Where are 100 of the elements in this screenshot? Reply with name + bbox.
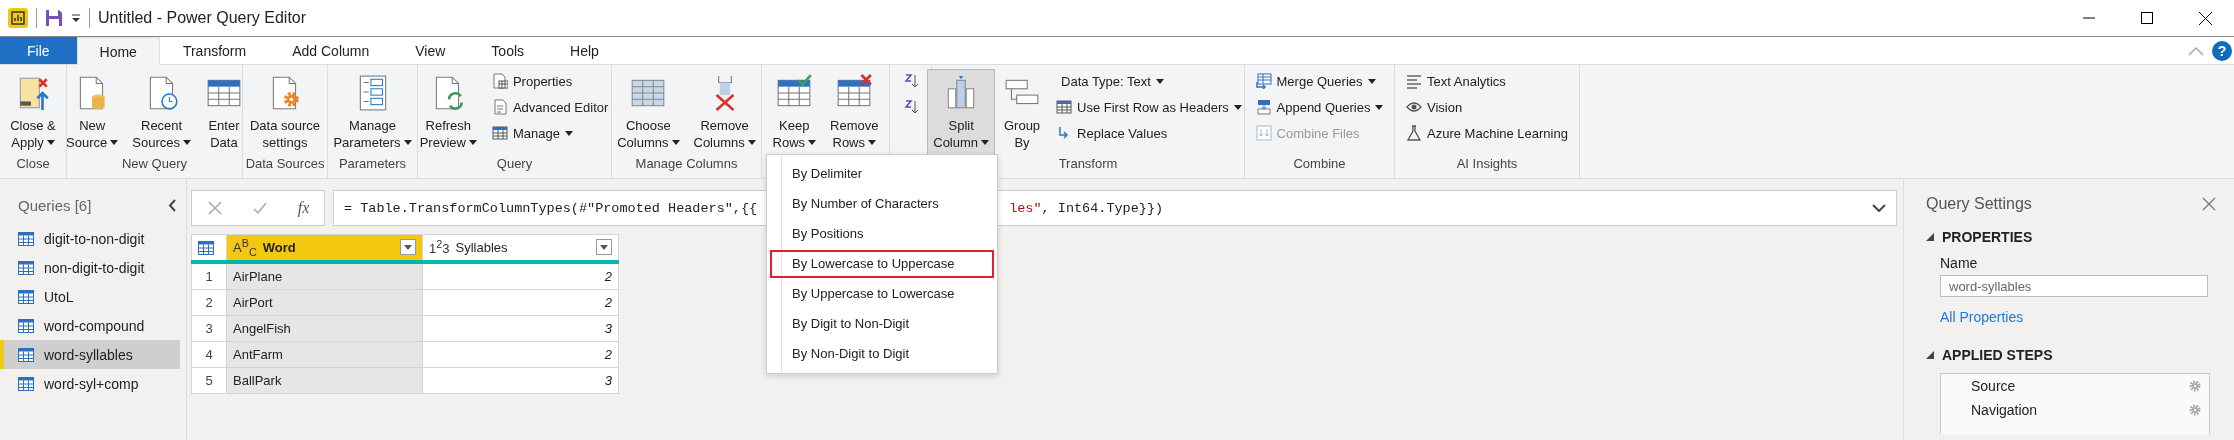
ribbon-button[interactable]: Azure Machine Learning xyxy=(1403,121,1571,145)
filter-dropdown-button[interactable] xyxy=(400,239,416,256)
collapse-chevron-icon[interactable] xyxy=(168,199,176,212)
ribbon-button[interactable]: Group By xyxy=(997,69,1048,155)
caret-icon xyxy=(110,140,119,145)
ribbon-tab[interactable]: File xyxy=(0,37,77,64)
table-icon xyxy=(491,125,508,141)
caret-icon xyxy=(1155,78,1164,84)
caret-icon xyxy=(1233,104,1242,110)
ribbon-button[interactable]: Remove Rows xyxy=(824,69,885,155)
table-icon xyxy=(198,240,214,255)
query-item[interactable]: word-syl+comp xyxy=(0,369,180,398)
ribbon-tab[interactable]: Add Column xyxy=(269,37,393,64)
ribbon-tab[interactable]: Tools xyxy=(468,37,548,64)
eye-icon xyxy=(1406,99,1423,115)
filter-dropdown-button[interactable] xyxy=(596,239,612,256)
ribbon-button[interactable]: Use First Row as Headers xyxy=(1053,95,1245,119)
ribbon-button[interactable]: Split Column xyxy=(927,69,996,155)
menu-item[interactable]: By Uppercase to Lowercase xyxy=(770,280,994,308)
table-cell: AirPort xyxy=(226,289,423,316)
query-item[interactable]: UtoL xyxy=(0,282,180,311)
pane-title: Queries [6] xyxy=(18,197,92,214)
applied-step[interactable]: Navigation xyxy=(1941,398,2209,422)
caret-icon xyxy=(671,140,680,145)
pane-title: Query Settings xyxy=(1926,195,2032,213)
text-lines-icon xyxy=(1406,73,1423,89)
menu-item[interactable]: By Number of Characters xyxy=(770,190,994,218)
menu-item[interactable]: By Digit to Non-Digit xyxy=(770,310,994,338)
window-title: Untitled - Power Query Editor xyxy=(98,9,307,27)
query-item[interactable]: word-syllables xyxy=(0,340,180,369)
ribbon-tab[interactable]: Home xyxy=(76,37,160,65)
flask-icon xyxy=(1406,125,1423,141)
table-cell: AirPlane xyxy=(226,262,423,290)
row-number: 3 xyxy=(191,315,227,342)
ribbon-button[interactable]: Properties xyxy=(488,69,612,93)
ribbon-tab[interactable]: View xyxy=(392,37,469,64)
table-menu-button[interactable] xyxy=(191,234,227,262)
ribbon-button[interactable]: Manage xyxy=(488,121,612,145)
ribbon-button[interactable]: Choose Columns xyxy=(611,69,686,155)
all-properties-link[interactable]: All Properties xyxy=(1940,309,2024,325)
table-icon xyxy=(18,347,34,362)
group-label: Close xyxy=(16,156,50,171)
check-icon[interactable] xyxy=(252,200,269,216)
caret-icon xyxy=(808,140,817,145)
column-header[interactable]: A$^{B}$$_{C}$ Word xyxy=(226,234,423,262)
close-icon xyxy=(2198,11,2212,25)
caret-icon xyxy=(468,140,477,145)
menu-item[interactable]: By Non-Digit to Digit xyxy=(770,340,994,368)
table-cell: 3 xyxy=(422,367,619,394)
expand-chevron-icon[interactable] xyxy=(1872,204,1886,212)
menu-item[interactable]: By Lowercase to Uppercase xyxy=(770,250,994,278)
ribbon-button[interactable]: Vision xyxy=(1403,95,1571,119)
table-icon xyxy=(18,289,34,304)
table-icon xyxy=(18,318,34,333)
maximize-icon xyxy=(2141,12,2153,24)
group-label: AI Insights xyxy=(1456,156,1518,171)
help-button[interactable]: ? xyxy=(2212,40,2232,61)
close-icon[interactable] xyxy=(2202,197,2216,211)
ribbon-button[interactable]: Recent Sources xyxy=(126,69,197,155)
ribbon-button[interactable]: Replace Values xyxy=(1053,121,1245,145)
caret-icon xyxy=(564,130,573,136)
ribbon-button[interactable]: Remove Columns xyxy=(687,69,762,155)
app-logo-icon xyxy=(8,8,28,28)
group-label: New Query xyxy=(122,156,187,171)
formula-function-button[interactable]: fx xyxy=(297,199,310,217)
ribbon-button[interactable]: Merge Queries xyxy=(1252,69,1387,93)
query-item[interactable]: digit-to-non-digit xyxy=(0,224,180,253)
ribbon-button[interactable]: Append Queries xyxy=(1252,95,1387,119)
group-label: Manage Columns xyxy=(635,156,738,171)
ribbon-button[interactable]: Keep Rows xyxy=(766,69,823,155)
table-cell: AngelFish xyxy=(226,315,423,342)
customize-caret-icon[interactable] xyxy=(71,13,81,23)
table-icon xyxy=(18,260,34,275)
ribbon-tab[interactable]: Transform xyxy=(159,37,270,64)
table-cell: 2 xyxy=(422,262,619,290)
menu-item[interactable]: By Delimiter xyxy=(770,160,994,188)
column-header[interactable]: 1$^{2}$3 Syllables xyxy=(422,234,619,262)
row-number: 2 xyxy=(191,289,227,316)
caret-icon xyxy=(182,140,191,145)
document-list-icon xyxy=(491,73,508,89)
query-item[interactable]: non-digit-to-digit xyxy=(0,253,180,282)
collapse-triangle-icon[interactable] xyxy=(1926,233,1934,241)
ribbon-button[interactable]: Data Type: Text xyxy=(1053,69,1245,93)
section-heading: PROPERTIES xyxy=(1942,229,2033,245)
name-field[interactable]: word-syllables xyxy=(1940,275,2208,297)
caret-icon xyxy=(1375,104,1384,110)
query-item[interactable]: word-compound xyxy=(0,311,180,340)
group-label: Data Sources xyxy=(245,156,325,171)
caret-icon xyxy=(600,245,608,250)
ribbon-button[interactable]: Advanced Editor xyxy=(488,95,612,119)
table-cell: AntFarm xyxy=(226,341,423,368)
table-cell: 2 xyxy=(422,341,619,368)
caret-icon xyxy=(981,140,990,145)
ribbon-button[interactable]: New Source xyxy=(60,69,125,155)
applied-step[interactable]: Source xyxy=(1941,374,2209,398)
collapse-triangle-icon[interactable] xyxy=(1926,351,1934,359)
ribbon-button[interactable]: Close & Apply xyxy=(4,69,62,155)
ribbon-tab[interactable]: Help xyxy=(547,37,622,64)
caret-icon xyxy=(1367,78,1376,84)
ribbon-button[interactable]: Text Analytics xyxy=(1403,69,1571,93)
